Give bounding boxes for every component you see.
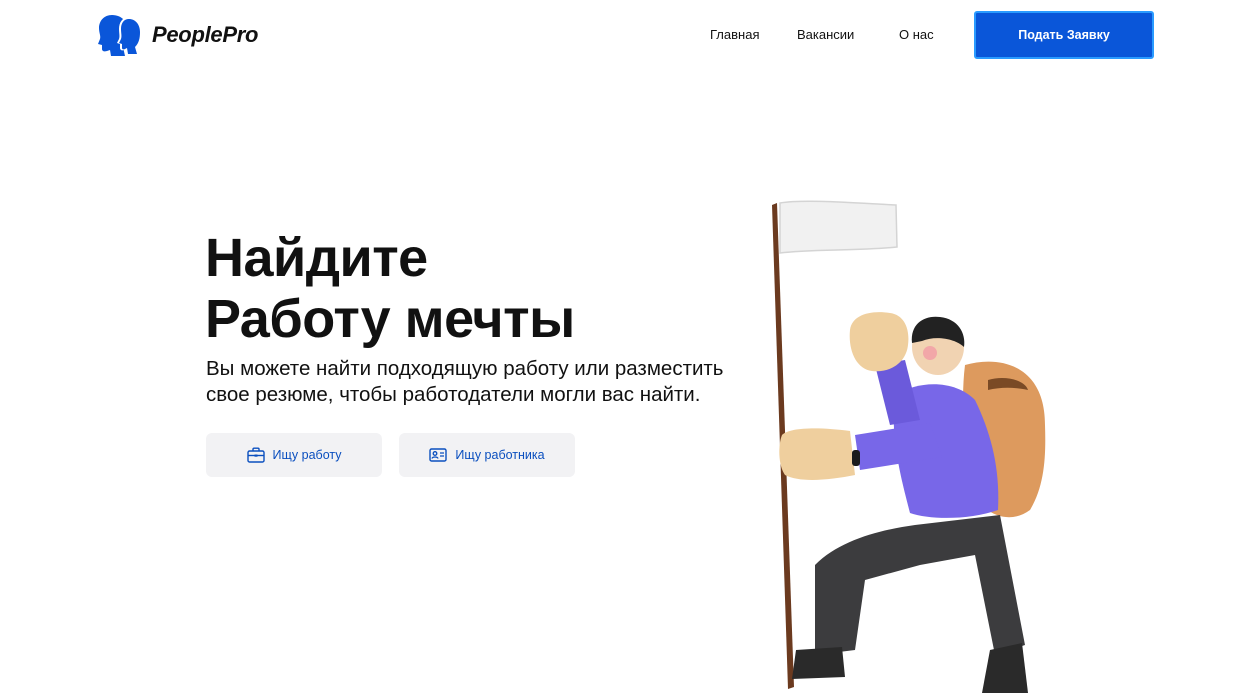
hero-title-line-1: Найдите: [205, 228, 428, 288]
id-card-icon: [429, 448, 448, 462]
hiker-with-flag-illustration: [772, 200, 1046, 693]
nav-link-about[interactable]: О нас: [899, 27, 934, 42]
hero-title-line-2: Работу мечты: [205, 289, 575, 349]
hero-subtitle: Вы можете найти подходящую работу или ра…: [206, 356, 766, 408]
find-employee-label: Ищу работника: [455, 448, 545, 462]
briefcase-icon: [246, 447, 265, 463]
brand-logo[interactable]: PeoplePro: [98, 13, 258, 57]
landing-page: PeoplePro Главная Вакансии О нас Подать …: [0, 0, 1243, 693]
find-job-button[interactable]: Ищу работу: [206, 433, 382, 477]
hero-subtitle-line-1: Вы можете найти подходящую работу или ра…: [206, 357, 724, 380]
brand-name: PeoplePro: [152, 22, 259, 47]
find-employee-button[interactable]: Ищу работника: [399, 433, 575, 477]
submit-application-button[interactable]: Подать Заявку: [974, 11, 1154, 59]
hero-title: Найдите Работу мечты: [205, 228, 575, 350]
people-profile-logo-icon: [98, 15, 142, 56]
find-job-label: Ищу работу: [272, 448, 342, 462]
hero-subtitle-line-2: свое резюме, чтобы работодатели могли ва…: [206, 383, 701, 406]
nav-link-home[interactable]: Главная: [710, 27, 759, 42]
nav-link-vacancies[interactable]: Вакансии: [797, 27, 854, 42]
